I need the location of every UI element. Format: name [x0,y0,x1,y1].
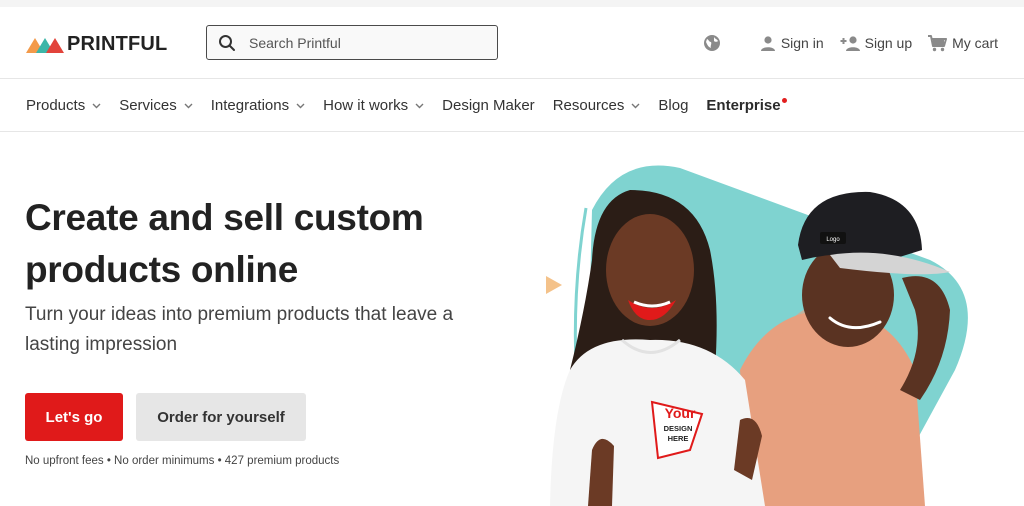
hero-illustration: Logo Your DESIGN HERE [530,150,1000,506]
hero-people-image: Logo Your DESIGN HERE [546,165,968,506]
cart-label: My cart [952,35,998,51]
chevron-down-icon [415,103,424,108]
nav-item-label: Services [119,97,177,114]
nav-item-integrations[interactable]: Integrations [211,97,305,114]
new-badge-dot [781,98,787,103]
sign-up-link[interactable]: Sign up [840,35,912,51]
nav-item-enterprise[interactable]: Enterprise [706,97,787,114]
chevron-down-icon [296,103,305,108]
chevron-down-icon [184,103,193,108]
order-for-yourself-button[interactable]: Order for yourself [136,393,306,441]
sign-in-link[interactable]: Sign in [760,35,824,51]
chevron-down-icon [631,103,640,108]
nav-item-services[interactable]: Services [119,97,193,114]
search-box[interactable] [206,25,498,60]
nav-item-label: Resources [552,97,625,114]
nav-item-how-it-works[interactable]: How it works [323,97,424,114]
nav-item-label: Blog [658,97,689,114]
add-user-icon [840,36,860,51]
nav-item-label: Design Maker [442,97,535,114]
hero-fineprint: No upfront fees • No order minimums • 42… [25,455,340,467]
header-actions: Sign in Sign up My cart [703,31,998,55]
nav-item-label: Integrations [210,97,290,114]
nav-item-label: How it works [323,97,409,114]
sign-up-label: Sign up [864,35,913,51]
nav-item-label: Enterprise [706,97,781,114]
globe-icon [703,35,720,51]
print-line-1: Your [665,405,696,421]
hero-title: Create and sell custom products online [25,197,424,290]
hero-subtitle: Turn your ideas into premium products th… [25,304,454,355]
brand-name: PRINTFUL [67,32,168,55]
user-icon [760,36,775,51]
nav-item-resources[interactable]: Resources [553,97,641,114]
cart-link[interactable]: My cart [928,34,998,52]
main-nav: Products Services Integrations How it wo… [0,80,1024,132]
search-input[interactable] [249,34,469,51]
chevron-down-icon [92,103,101,108]
print-line-3: HERE [668,434,689,443]
cap-logo-text: Logo [826,237,840,243]
sign-in-label: Sign in [780,35,824,51]
nav-item-blog[interactable]: Blog [658,97,688,114]
cart-icon [928,34,948,51]
print-line-2: DESIGN [664,424,693,433]
top-strip [0,0,1024,7]
nav-item-design-maker[interactable]: Design Maker [442,97,535,114]
nav-item-label: Products [26,97,86,114]
logo-mark-icon [26,38,64,53]
site-header: PRINTFUL Sign in [0,7,1024,79]
nav-item-products[interactable]: Products [26,97,101,114]
lets-go-button[interactable]: Let's go [25,393,123,441]
play-triangle-icon [546,276,562,294]
search-icon [219,34,235,51]
brand-logo[interactable]: PRINTFUL [26,33,167,55]
language-selector[interactable] [703,34,726,52]
